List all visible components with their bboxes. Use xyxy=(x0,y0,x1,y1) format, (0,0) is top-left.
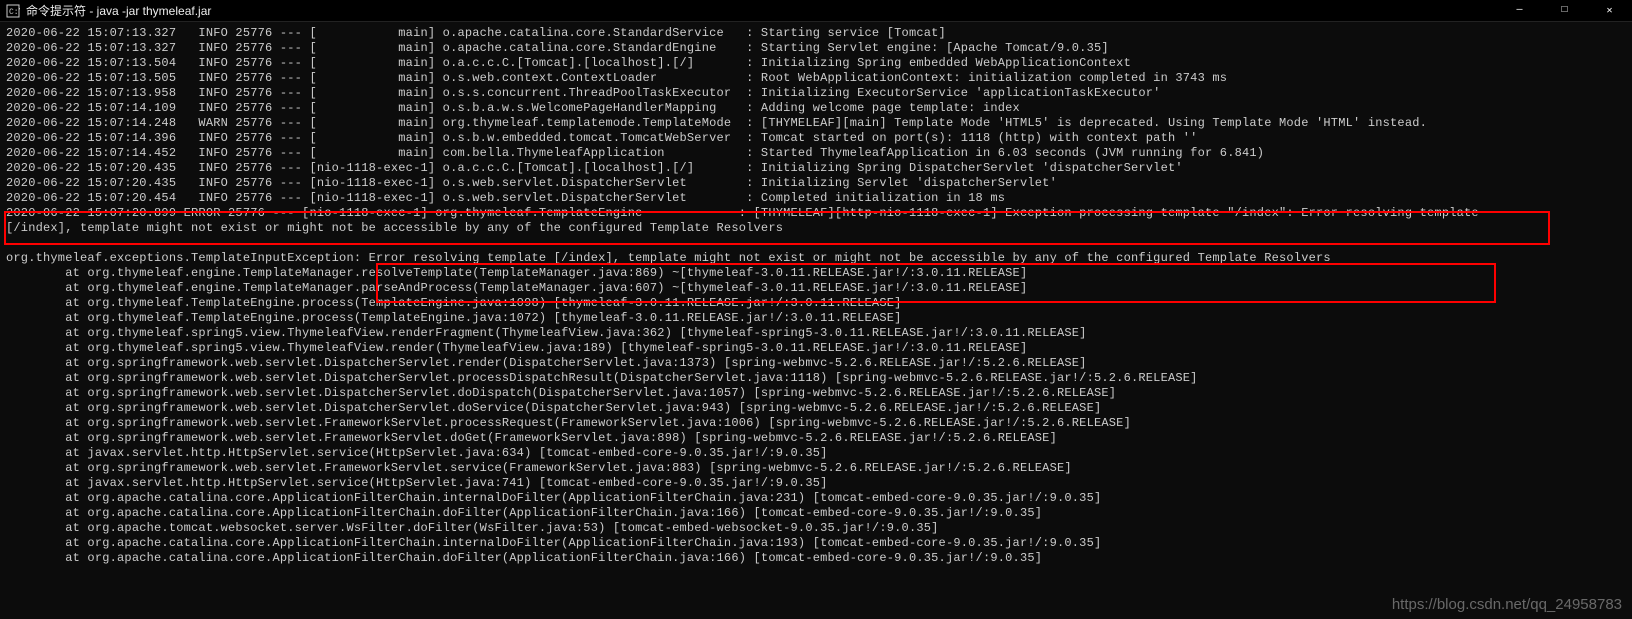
cmd-icon: C:\ xyxy=(6,4,20,18)
maximize-button[interactable]: □ xyxy=(1542,0,1587,22)
window-title: 命令提示符 - java -jar thymeleaf.jar xyxy=(26,2,211,19)
titlebar-left: C:\ 命令提示符 - java -jar thymeleaf.jar xyxy=(6,2,211,19)
window-titlebar: C:\ 命令提示符 - java -jar thymeleaf.jar — □ … xyxy=(0,0,1632,22)
close-button[interactable]: ✕ xyxy=(1587,0,1632,22)
watermark: https://blog.csdn.net/qq_24958783 xyxy=(1392,596,1622,613)
console-output[interactable]: 2020-06-22 15:07:13.327 INFO 25776 --- [… xyxy=(0,22,1632,570)
svg-text:C:\: C:\ xyxy=(9,8,20,17)
titlebar-controls: — □ ✕ xyxy=(1497,0,1632,22)
minimize-button[interactable]: — xyxy=(1497,0,1542,22)
